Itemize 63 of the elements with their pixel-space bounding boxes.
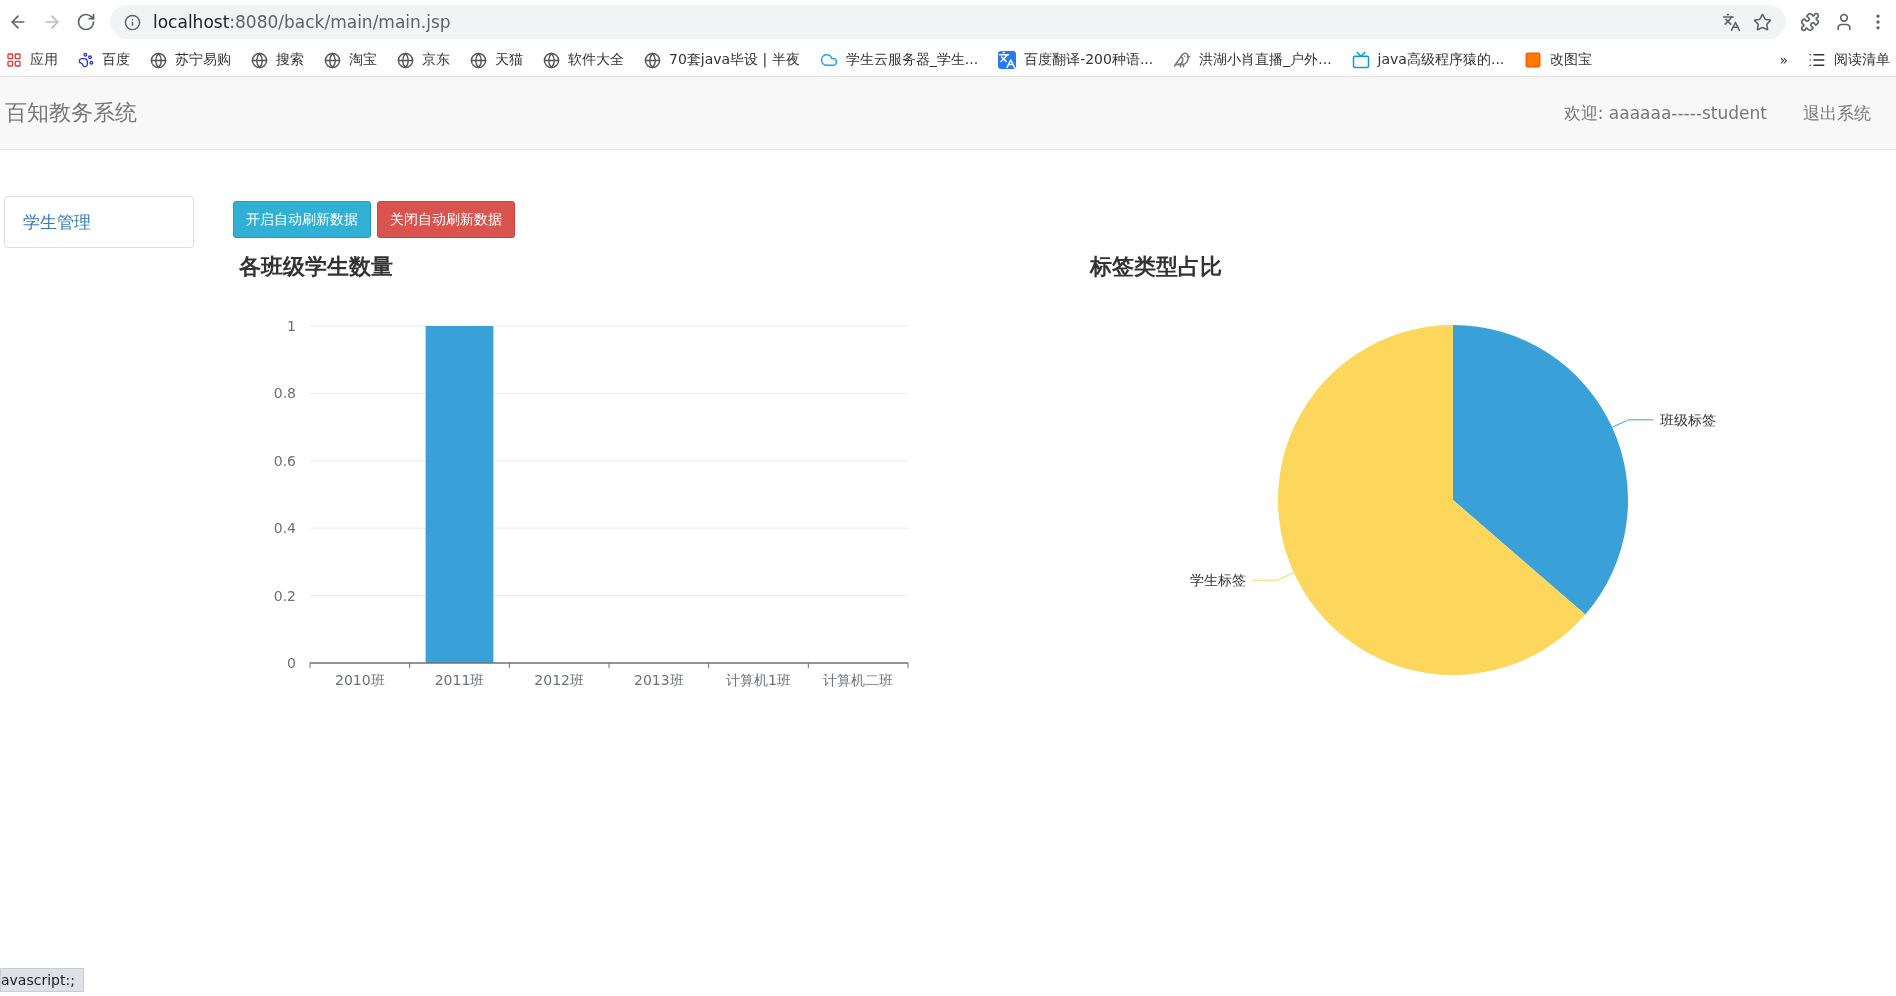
bookmark[interactable]: 改图宝 [1524, 51, 1593, 69]
y-tick-label: 0.6 [273, 452, 296, 469]
x-tick-label: 2010班 [335, 672, 385, 688]
chart-title: 各班级学生数量 [239, 253, 394, 281]
globe-icon [543, 51, 560, 69]
extensions-icon[interactable] [1800, 12, 1820, 32]
star-icon[interactable] [1753, 12, 1772, 32]
x-tick-label: 2013班 [634, 672, 684, 688]
status-url: avascript:; [0, 968, 84, 992]
list-icon [1808, 51, 1826, 69]
y-tick-label: 0.8 [273, 385, 296, 402]
globe-icon [251, 51, 268, 69]
bookmark[interactable]: java高级程序猿的... [1351, 51, 1505, 69]
profile-icon[interactable] [1834, 12, 1854, 32]
globe-icon [150, 51, 167, 69]
brand-title[interactable]: 百知教务系统 [5, 98, 137, 128]
y-tick-label: 0.2 [273, 587, 296, 604]
globe-icon [470, 51, 487, 69]
bookmark[interactable]: 京东 [397, 51, 450, 69]
y-tick-label: 0.4 [273, 520, 296, 537]
square-icon [1524, 51, 1543, 69]
leader-line [1251, 572, 1295, 581]
globe-icon [397, 51, 414, 69]
x-tick-label: 2012班 [534, 672, 584, 688]
address-bar[interactable]: localhost:8080/back/main/main.jsp [110, 5, 1786, 39]
logout-link[interactable]: 退出系统 [1803, 101, 1871, 125]
reading-list[interactable]: 阅读清单 [1808, 51, 1890, 69]
tv-icon [1351, 51, 1370, 69]
stop-refresh-button[interactable]: 关闭自动刷新数据 [377, 201, 515, 238]
y-tick-label: 1 [287, 318, 296, 334]
x-tick-label: 2011班 [434, 672, 485, 688]
bookmark[interactable]: 学生云服务器_学生... [819, 51, 979, 69]
bookmark[interactable]: 洪湖小肖直播_户外... [1173, 51, 1332, 69]
more-bookmarks[interactable]: » [1779, 52, 1788, 68]
globe-icon [324, 51, 341, 69]
welcome-text: 欢迎: aaaaaa-----student [1563, 101, 1767, 125]
slice-label: 学生标签 [1190, 572, 1247, 589]
slice-label: 班级标签 [1659, 411, 1716, 428]
x-tick-label: 计算机1班 [726, 672, 791, 688]
bookmark[interactable]: 苏宁易购 [150, 51, 231, 69]
translate-icon[interactable] [1722, 12, 1741, 32]
bookmark[interactable]: 百度 [78, 51, 130, 69]
sidebar-item[interactable]: 学生管理 [4, 196, 194, 248]
x-tick-label: 计算机二班 [823, 672, 894, 688]
url-text: localhost:8080/back/main/main.jsp [153, 12, 451, 32]
bookmark[interactable]: 百度翻译-200种语... [998, 51, 1154, 69]
bookmark[interactable]: 搜索 [251, 51, 304, 69]
reload-icon[interactable] [76, 12, 96, 32]
y-tick-label: 0 [287, 655, 296, 671]
leader-line [1611, 419, 1655, 428]
bookmark[interactable]: 淘宝 [324, 51, 377, 69]
globe-icon [644, 51, 661, 69]
cloud-icon [819, 51, 838, 69]
bird-icon [1173, 51, 1192, 69]
translate-icon [998, 51, 1017, 69]
chart-title: 标签类型占比 [1090, 253, 1223, 281]
bookmark[interactable]: 应用 [6, 51, 58, 69]
bookmark[interactable]: 软件大全 [543, 51, 624, 69]
paw-icon [78, 52, 94, 68]
apps-grid-icon [6, 52, 22, 68]
info-icon[interactable] [124, 13, 141, 31]
bookmark[interactable]: 70套java毕设 | 半夜 [644, 51, 800, 69]
bookmark[interactable]: 天猫 [470, 51, 523, 69]
